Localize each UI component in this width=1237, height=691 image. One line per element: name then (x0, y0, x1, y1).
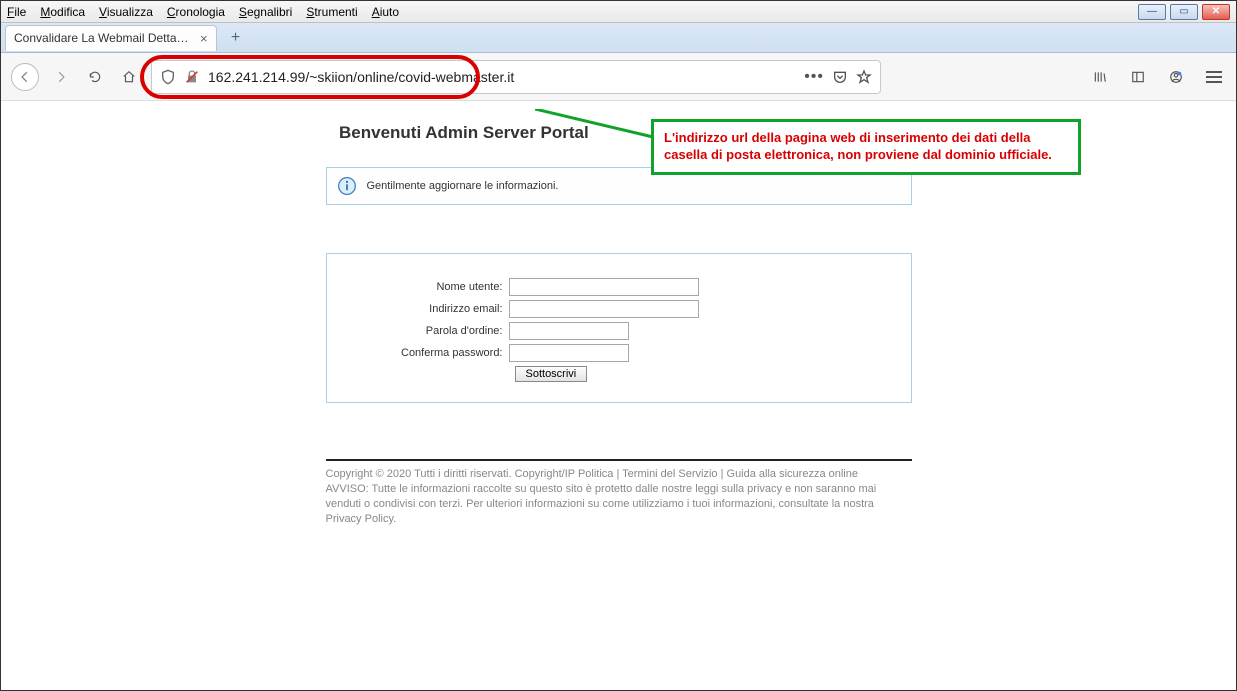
password-label: Parola d'ordine: (341, 325, 509, 337)
insecure-lock-icon[interactable] (184, 69, 200, 85)
tabstrip: Convalidare La Webmail Dettagli U × + (1, 23, 1236, 53)
form-row-username: Nome utente: (341, 278, 897, 296)
browser-tab[interactable]: Convalidare La Webmail Dettagli U × (5, 25, 217, 51)
pocket-icon[interactable] (832, 69, 848, 85)
hamburger-line-icon (1206, 81, 1222, 83)
footer-separator (326, 459, 912, 461)
arrow-left-icon (18, 70, 32, 84)
username-label: Nome utente: (341, 281, 509, 293)
account-icon (1169, 70, 1183, 84)
library-button[interactable] (1088, 65, 1112, 89)
toolbar: 162.241.214.99/~skiion/online/covid-webm… (1, 53, 1236, 101)
login-form: Nome utente: Indirizzo email: Parola d'o… (326, 253, 912, 403)
hamburger-line-icon (1206, 71, 1222, 73)
hamburger-line-icon (1206, 76, 1222, 78)
menu-strumenti[interactable]: Strumenti (306, 5, 357, 19)
sidebar-button[interactable] (1126, 65, 1150, 89)
library-icon (1093, 70, 1107, 84)
form-row-password: Parola d'ordine: (341, 322, 897, 340)
annotation-callout: L'indirizzo url della pagina web di inse… (651, 119, 1081, 175)
bookmark-star-icon[interactable] (856, 69, 872, 85)
email-label: Indirizzo email: (341, 303, 509, 315)
window-controls: — ▭ ✕ (1138, 4, 1230, 20)
password-input[interactable] (509, 322, 629, 340)
toolbar-right (1088, 65, 1226, 89)
info-banner-text: Gentilmente aggiornare le informazioni. (367, 180, 559, 192)
window-maximize-button[interactable]: ▭ (1170, 4, 1198, 20)
form-row-confirm: Conferma password: (341, 344, 897, 362)
form-row-email: Indirizzo email: (341, 300, 897, 318)
menu-file[interactable]: File (7, 5, 26, 19)
url-text: 162.241.214.99/~skiion/online/covid-webm… (208, 69, 796, 85)
home-button[interactable] (117, 65, 141, 89)
annotation-callout-text: L'indirizzo url della pagina web di inse… (664, 130, 1052, 162)
arrow-right-icon (54, 70, 68, 84)
footer-links-text: Copyright © 2020 Tutti i diritti riserva… (326, 468, 858, 480)
url-bar[interactable]: 162.241.214.99/~skiion/online/covid-webm… (151, 60, 881, 94)
footer-disclaimer-text: AVVISO: Tutte le informazioni raccolte s… (326, 482, 912, 527)
account-button[interactable] (1164, 65, 1188, 89)
reload-icon (88, 70, 102, 84)
username-input[interactable] (509, 278, 699, 296)
confirm-password-label: Conferma password: (341, 347, 509, 359)
menu-modifica[interactable]: Modifica (40, 5, 85, 19)
tab-title: Convalidare La Webmail Dettagli U (14, 31, 194, 45)
menu-segnalibri[interactable]: Segnalibri (239, 5, 292, 19)
forward-button[interactable] (49, 65, 73, 89)
menubar: File Modifica Visualizza Cronologia Segn… (1, 1, 1236, 23)
reload-button[interactable] (83, 65, 107, 89)
new-tab-button[interactable]: + (223, 25, 249, 51)
sidebar-icon (1131, 70, 1145, 84)
confirm-password-input[interactable] (509, 344, 629, 362)
tab-close-icon[interactable]: × (200, 31, 208, 46)
window-close-button[interactable]: ✕ (1202, 4, 1230, 20)
submit-button[interactable]: Sottoscrivi (515, 366, 588, 382)
info-icon (337, 176, 357, 196)
email-input[interactable] (509, 300, 699, 318)
submit-row: Sottoscrivi (341, 366, 897, 382)
menu-visualizza[interactable]: Visualizza (99, 5, 153, 19)
page-actions-icon[interactable]: ••• (804, 68, 824, 86)
app-menu-button[interactable] (1202, 67, 1226, 87)
back-button[interactable] (11, 63, 39, 91)
menu-cronologia[interactable]: Cronologia (167, 5, 225, 19)
home-icon (122, 70, 136, 84)
page-content: L'indirizzo url della pagina web di inse… (1, 101, 1236, 690)
window-minimize-button[interactable]: — (1138, 4, 1166, 20)
menu-aiuto[interactable]: Aiuto (372, 5, 399, 19)
shield-icon[interactable] (160, 69, 176, 85)
footer: Copyright © 2020 Tutti i diritti riserva… (326, 467, 912, 526)
